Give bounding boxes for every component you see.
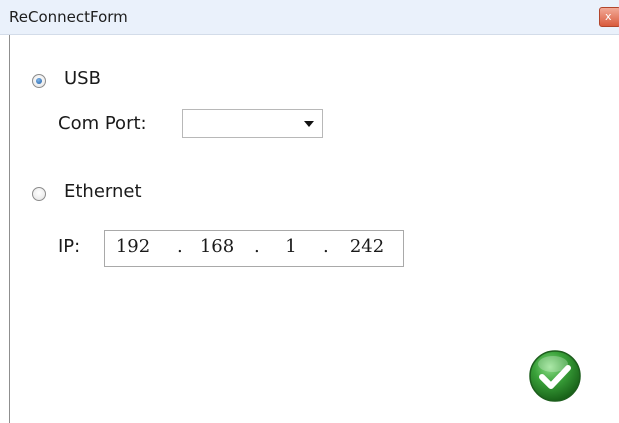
ethernet-radio[interactable]	[32, 187, 46, 201]
title-bar[interactable]: ReConnectForm x	[0, 0, 619, 35]
ethernet-label[interactable]: Ethernet	[64, 181, 142, 202]
ip-octet-2[interactable]: 168	[195, 236, 239, 257]
close-icon: x	[605, 10, 612, 23]
dropdown-arrow-icon[interactable]	[304, 121, 314, 127]
ip-label: IP:	[58, 236, 81, 257]
ip-separator: .	[323, 236, 329, 257]
ip-octet-3[interactable]: 1	[269, 236, 313, 257]
checkmark-icon	[529, 350, 581, 402]
ip-address-input[interactable]: 192 . 168 . 1 . 242	[104, 230, 404, 267]
ip-separator: .	[254, 236, 260, 257]
usb-label[interactable]: USB	[64, 68, 101, 89]
window-title: ReConnectForm	[9, 8, 128, 26]
ip-octet-1[interactable]: 192	[111, 236, 155, 257]
ip-octet-4[interactable]: 242	[345, 236, 389, 257]
confirm-button[interactable]	[528, 349, 582, 403]
com-port-label: Com Port:	[58, 113, 147, 134]
com-port-select[interactable]	[182, 109, 323, 138]
reconnect-form-window: ReConnectForm x USB Com Port: Ethernet I…	[0, 0, 619, 423]
usb-radio[interactable]	[32, 74, 46, 88]
ip-separator: .	[177, 236, 183, 257]
radio-selected-dot	[36, 78, 42, 84]
close-button[interactable]: x	[599, 7, 619, 27]
